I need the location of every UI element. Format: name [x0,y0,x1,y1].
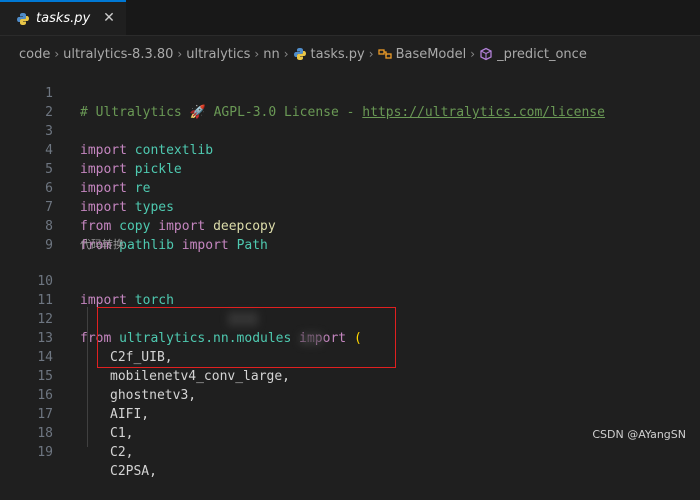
breadcrumb-item-predict-once[interactable]: _predict_once [497,47,587,62]
chevron-right-icon: › [177,47,183,61]
line-number: 19 [37,445,53,460]
breadcrumb-item-ultralytics[interactable]: ultralytics [186,47,250,62]
code-line: 10 import torch [0,253,700,308]
code-line: 17 C1, [0,386,700,441]
code-line: 18 C2, [0,405,700,460]
code-line: 5 import re [0,141,700,196]
keyword: import [181,238,229,253]
python-file-icon [293,48,306,60]
class-icon [377,49,392,59]
code-line: 9 [0,217,700,253]
chevron-right-icon: › [254,47,260,61]
method-icon [480,47,492,61]
class-name: Path [236,238,268,253]
breadcrumb-item-tasks-py[interactable]: tasks.py [311,47,365,62]
tab-tasks-py[interactable]: tasks.py ✕ [0,0,126,35]
code-line: 4 import pickle [0,122,700,177]
close-icon[interactable]: ✕ [100,9,118,27]
code-editor[interactable]: 1 # Ultralytics 🚀 AGPL-3.0 License - htt… [0,63,700,479]
code-line: 6 import types [0,160,700,215]
module-name: pathlib [119,238,174,253]
breadcrumb-item-code[interactable]: code [19,47,50,62]
code-line: 11 [0,272,700,308]
code-line: 8 from pathlib import Path [0,198,700,253]
code-line: 16 AIFI, [0,367,700,422]
code-line: 7 from copy import deepcopy [0,179,700,234]
highlight-box [97,307,396,368]
code-line: 1 # Ultralytics 🚀 AGPL-3.0 License - htt… [0,65,700,120]
watermark: CSDN @AYangSN [592,428,686,441]
breadcrumb-item-ultralytics-version[interactable]: ultralytics-8.3.80 [63,47,173,62]
code-line: 2 [0,84,700,120]
breadcrumb-item-basemodel[interactable]: BaseModel [396,47,467,62]
tab-label: tasks.py [36,11,91,26]
chevron-right-icon: › [368,47,374,61]
python-file-icon [17,12,29,25]
breadcrumb-item-nn[interactable]: nn [263,47,279,62]
import-name: C2, [110,445,134,460]
chevron-right-icon: › [54,47,60,61]
tab-bar: tasks.py ✕ [0,0,700,36]
breadcrumb: code › ultralytics-8.3.80 › ultralytics … [0,44,700,64]
chevron-right-icon: › [283,47,289,61]
chevron-right-icon: › [470,47,476,61]
code-line: 3 import contextlib [0,103,700,158]
codelens-convert[interactable]: 代码转换 [80,236,124,252]
import-name: C2PSA, [110,464,157,479]
